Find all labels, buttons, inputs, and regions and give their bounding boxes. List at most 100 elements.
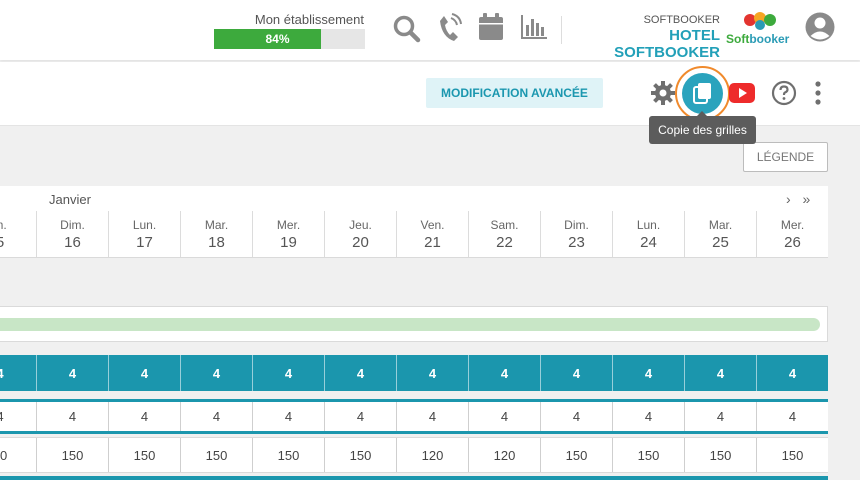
- availability-summary-cell[interactable]: 4: [252, 355, 324, 391]
- establishment-label: Mon établissement: [254, 12, 364, 27]
- hotel-name: HOTEL SOFTBOOKER: [614, 27, 720, 61]
- day-name: Lun.: [132, 218, 157, 232]
- day-number: 21: [424, 234, 441, 251]
- availability-summary-cell[interactable]: 4: [540, 355, 612, 391]
- day-number: 26: [784, 234, 801, 251]
- price-cell[interactable]: 20: [0, 438, 36, 472]
- availability-row: 444444444444: [0, 399, 828, 434]
- availability-cell[interactable]: 4: [396, 402, 468, 431]
- day-name: Jeu.: [349, 218, 372, 232]
- day-column[interactable]: Dim. 16: [36, 211, 108, 257]
- top-bar: Mon établissement 84% SOFTBOOKER HOTEL S…: [0, 0, 860, 61]
- copy-grids-tooltip: Copie des grilles: [649, 111, 756, 144]
- availability-summary-cell[interactable]: 4: [36, 355, 108, 391]
- day-column[interactable]: Lun. 17: [108, 211, 180, 257]
- day-column[interactable]: Mer. 19: [252, 211, 324, 257]
- progress-text: 84%: [265, 32, 290, 46]
- day-column[interactable]: Mer. 26: [756, 211, 828, 257]
- availability-summary-cell[interactable]: 4: [468, 355, 540, 391]
- price-row: 20150150150150150120120150150150150: [0, 437, 828, 473]
- calendar-navigation[interactable]: › »: [786, 191, 814, 207]
- availability-summary-cell[interactable]: 4: [0, 355, 36, 391]
- availability-cell[interactable]: 4: [468, 402, 540, 431]
- price-cell[interactable]: 150: [108, 438, 180, 472]
- youtube-icon[interactable]: [729, 83, 755, 108]
- availability-cell[interactable]: 4: [108, 402, 180, 431]
- day-name: Ven.: [420, 218, 445, 232]
- day-column[interactable]: Jeu. 20: [324, 211, 396, 257]
- day-number: 25: [712, 234, 729, 251]
- more-vertical-icon[interactable]: [813, 80, 823, 111]
- day-column[interactable]: Sam. 22: [468, 211, 540, 257]
- day-number: 19: [280, 234, 297, 251]
- price-cell[interactable]: 150: [36, 438, 108, 472]
- availability-summary-cell[interactable]: 4: [756, 355, 828, 391]
- day-name: Dim.: [60, 218, 85, 232]
- availability-summary-cell[interactable]: 4: [612, 355, 684, 391]
- price-cell[interactable]: 150: [180, 438, 252, 472]
- availability-cell[interactable]: 4: [180, 402, 252, 431]
- day-number: 23: [568, 234, 585, 251]
- day-name: Lun.: [636, 218, 661, 232]
- price-cell[interactable]: 120: [396, 438, 468, 472]
- hotel-info[interactable]: SOFTBOOKER HOTEL SOFTBOOKER: [574, 14, 720, 61]
- legend-button[interactable]: LÉGENDE: [743, 142, 828, 172]
- availability-cell[interactable]: 4: [36, 402, 108, 431]
- softbooker-logo: Softbooker: [726, 12, 790, 48]
- day-number: 17: [136, 234, 153, 251]
- hotel-subtitle: SOFTBOOKER: [643, 14, 720, 26]
- price-cell[interactable]: 150: [324, 438, 396, 472]
- day-name: Mer.: [276, 218, 301, 232]
- day-name: Mar.: [708, 218, 733, 232]
- price-cell[interactable]: 150: [252, 438, 324, 472]
- availability-summary-cell[interactable]: 4: [180, 355, 252, 391]
- day-column[interactable]: Lun. 24: [612, 211, 684, 257]
- month-label: Janvier: [49, 192, 91, 207]
- availability-cell[interactable]: 4: [684, 402, 756, 431]
- price-cell[interactable]: 150: [540, 438, 612, 472]
- price-cell[interactable]: 150: [756, 438, 828, 472]
- day-name: Dim.: [564, 218, 589, 232]
- day-name: Mar.: [204, 218, 229, 232]
- day-number: 22: [496, 234, 513, 251]
- search-icon[interactable]: [392, 14, 422, 49]
- divider: [561, 16, 562, 44]
- calendar-header: Janvier › » m. 5 Dim. 16 Lun. 17 Mar. 18 Mer. 19 J…: [0, 186, 828, 258]
- day-column[interactable]: m. 5: [0, 211, 36, 257]
- day-column[interactable]: Ven. 21: [396, 211, 468, 257]
- advanced-edit-button[interactable]: MODIFICATION AVANCÉE: [426, 78, 603, 108]
- availability-cell[interactable]: 4: [324, 402, 396, 431]
- availability-cell[interactable]: 4: [756, 402, 828, 431]
- calendar-icon[interactable]: [478, 13, 504, 46]
- availability-summary-cell[interactable]: 4: [396, 355, 468, 391]
- availability-summary-cell[interactable]: 4: [108, 355, 180, 391]
- day-column[interactable]: Dim. 23: [540, 211, 612, 257]
- availability-cell[interactable]: 4: [0, 402, 36, 431]
- day-column[interactable]: Mar. 18: [180, 211, 252, 257]
- availability-summary-cell[interactable]: 4: [684, 355, 756, 391]
- row-separator: [0, 476, 828, 480]
- availability-cell[interactable]: 4: [540, 402, 612, 431]
- day-number: 16: [64, 234, 81, 251]
- availability-summary-cell[interactable]: 4: [324, 355, 396, 391]
- statistics-icon[interactable]: [520, 14, 548, 45]
- day-number: 18: [208, 234, 225, 251]
- day-number: 20: [352, 234, 369, 251]
- help-icon[interactable]: [771, 80, 797, 111]
- establishment-widget[interactable]: Mon établissement 84%: [214, 12, 366, 49]
- price-cell[interactable]: 150: [684, 438, 756, 472]
- day-column[interactable]: Mar. 25: [684, 211, 756, 257]
- price-cell[interactable]: 120: [468, 438, 540, 472]
- phone-icon[interactable]: [436, 12, 462, 49]
- occupancy-bar: [0, 318, 820, 331]
- availability-summary-row: 444444444444: [0, 355, 828, 391]
- day-name: Sam.: [490, 218, 519, 232]
- user-avatar-icon[interactable]: [805, 12, 835, 47]
- availability-cell[interactable]: 4: [612, 402, 684, 431]
- occupancy-row: [0, 306, 828, 342]
- availability-cell[interactable]: 4: [252, 402, 324, 431]
- price-cell[interactable]: 150: [612, 438, 684, 472]
- day-number: 24: [640, 234, 657, 251]
- gear-icon[interactable]: [650, 80, 676, 111]
- day-name: m.: [0, 218, 7, 232]
